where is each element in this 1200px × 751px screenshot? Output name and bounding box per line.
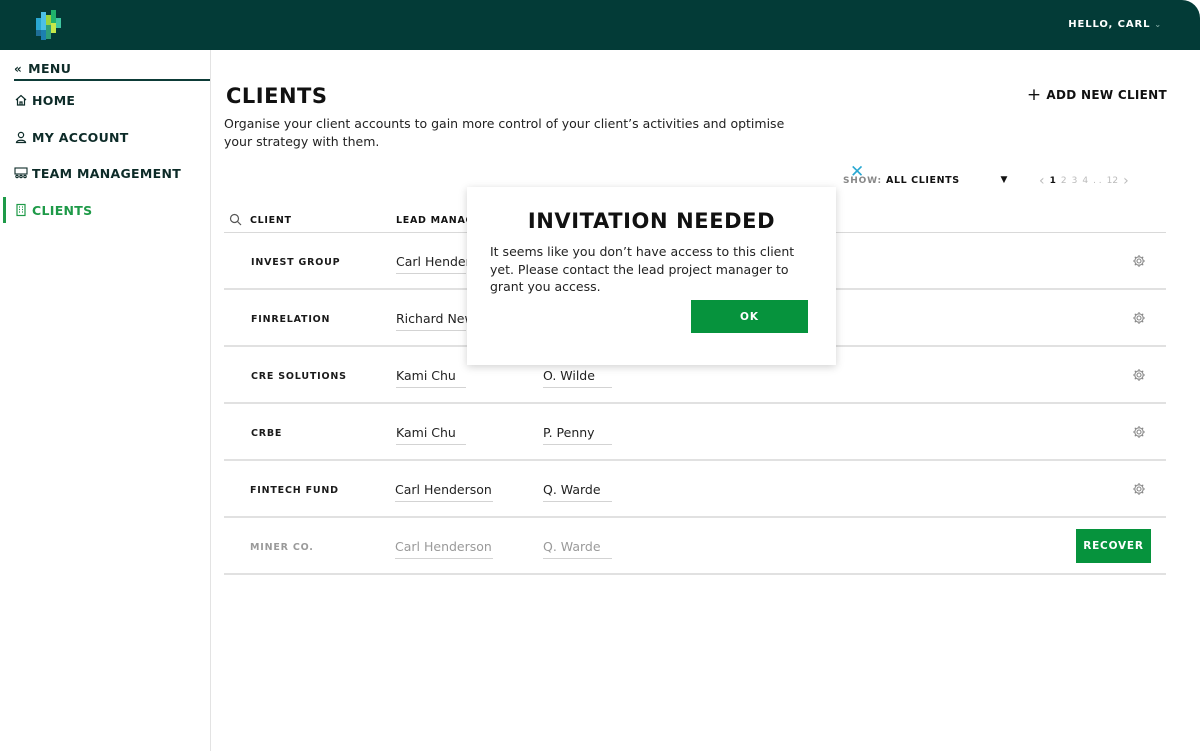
client-name: CRE SOLUTIONS	[251, 371, 347, 382]
client-name: FINRELATION	[251, 314, 331, 325]
client-name: INVEST GROUP	[251, 257, 341, 268]
recover-button[interactable]: RECOVER	[1076, 529, 1151, 563]
gear-icon[interactable]	[1132, 425, 1146, 439]
lead-manager: Kami Chu	[396, 425, 466, 445]
page-link[interactable]: 4	[1082, 176, 1088, 186]
sidebar-item-label: TEAM MANAGEMENT	[32, 165, 182, 181]
client-filter-select[interactable]: ALL CLIENTS ▼	[886, 175, 1008, 189]
page-description: Organise your client accounts to gain mo…	[224, 116, 785, 149]
client-name: FINTECH FUND	[250, 485, 339, 496]
assistant-manager: Q. Warde	[543, 539, 612, 559]
client-name: CRBE	[251, 428, 283, 439]
sidebar-item-label: MY ACCOUNT	[32, 129, 129, 145]
top-bar: HELLO, CARL ⌄	[0, 0, 1200, 50]
app-logo-icon[interactable]	[34, 10, 64, 42]
caret-down-icon: ▼	[1000, 175, 1008, 185]
pagination: ‹ 1 2 3 4 . . 12 ›	[1039, 173, 1134, 189]
lead-manager: Carl Henderson	[395, 482, 493, 502]
assistant-manager: Q. Warde	[543, 482, 612, 502]
chevron-left-icon[interactable]: ‹	[1039, 173, 1045, 189]
double-chevron-left-icon: «	[14, 61, 23, 76]
lead-manager: Kami Chu	[396, 368, 466, 388]
lead-manager: Carl Henderson	[396, 254, 493, 274]
chevron-down-icon: ⌄	[1154, 20, 1162, 29]
team-icon	[14, 167, 28, 179]
filter-label: SHOW:	[843, 176, 882, 186]
sidebar-item-home[interactable]: HOME	[0, 87, 210, 113]
user-greeting: HELLO, CARL	[1068, 19, 1151, 30]
menu-collapse-button[interactable]: « MENU	[14, 58, 210, 81]
assistant-manager: P. Penny	[543, 425, 612, 445]
gear-icon[interactable]	[1132, 254, 1146, 268]
page-link[interactable]: 1	[1050, 176, 1056, 186]
chevron-right-icon[interactable]: ›	[1123, 173, 1129, 189]
page-link[interactable]: 12	[1107, 176, 1118, 186]
column-header-lead-manager[interactable]: LEAD MANAGI	[396, 215, 478, 226]
sidebar-item-label: HOME	[32, 92, 76, 108]
table-row[interactable]: CRBE Kami Chu P. Penny	[224, 404, 1166, 461]
sidebar-item-label: CLIENTS	[32, 202, 93, 218]
page-title: CLIENTS	[226, 84, 328, 108]
sidebar: « MENU HOME MY ACCOUNT TEAM MANAGEMENT C…	[0, 50, 211, 751]
search-icon[interactable]	[229, 213, 242, 226]
ok-button[interactable]: OK	[691, 300, 808, 333]
assistant-manager: O. Wilde	[543, 368, 612, 388]
dialog-title: INVITATION NEEDED	[527, 209, 776, 233]
page-link[interactable]: 3	[1072, 176, 1078, 186]
home-icon	[15, 94, 27, 106]
building-icon	[16, 203, 26, 217]
menu-label: MENU	[28, 61, 72, 76]
sidebar-item-my-account[interactable]: MY ACCOUNT	[0, 124, 210, 150]
invitation-needed-dialog: INVITATION NEEDED It seems like you don’…	[467, 187, 836, 365]
gear-icon[interactable]	[1132, 368, 1146, 382]
user-menu[interactable]: HELLO, CARL ⌄	[1068, 19, 1162, 30]
sidebar-item-clients[interactable]: CLIENTS	[0, 197, 210, 223]
add-client-label: ADD NEW CLIENT	[1046, 88, 1167, 102]
table-row[interactable]: FINTECH FUND Carl Henderson Q. Warde	[224, 461, 1166, 518]
user-icon	[15, 131, 27, 144]
client-name: MINER CO.	[250, 542, 314, 553]
gear-icon[interactable]	[1132, 311, 1146, 325]
page-link[interactable]: 2	[1061, 176, 1067, 186]
lead-manager: Carl Henderson	[395, 539, 493, 559]
column-header-client[interactable]: CLIENT	[250, 215, 292, 226]
lead-manager: Richard Newton	[396, 311, 495, 331]
page-ellipsis: . .	[1093, 176, 1102, 186]
sidebar-item-team-management[interactable]: TEAM MANAGEMENT	[0, 160, 210, 186]
plus-icon: +	[1026, 85, 1042, 105]
add-new-client-button[interactable]: + ADD NEW CLIENT	[1026, 85, 1167, 105]
filter-selected-value: ALL CLIENTS	[886, 175, 960, 186]
dialog-message: It seems like you don’t have access to t…	[490, 244, 795, 294]
table-row-archived: MINER CO. Carl Henderson Q. Warde RECOVE…	[224, 518, 1166, 575]
gear-icon[interactable]	[1132, 482, 1146, 496]
